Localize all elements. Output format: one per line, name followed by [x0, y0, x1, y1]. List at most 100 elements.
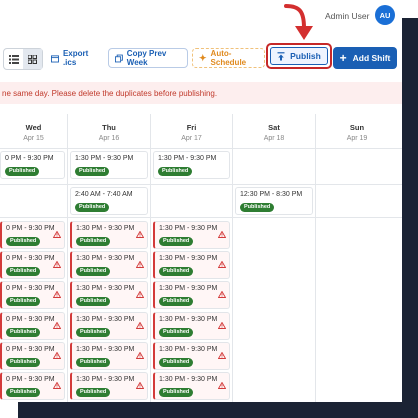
day-date: Apr 19 — [346, 135, 368, 142]
shift-card[interactable]: 1:30 PM - 9:30 PM Published — [70, 151, 148, 179]
frame-shadow-bottom — [18, 402, 418, 418]
shift-card-conflict[interactable]: 1:30 PM - 9:30 PM Published — [70, 251, 148, 279]
shift-time: 0 PM - 9:30 PM — [6, 285, 55, 292]
status-badge: Published — [158, 167, 193, 176]
status-badge: Published — [76, 388, 111, 397]
status-badge: Published — [76, 358, 111, 367]
copy-icon — [115, 54, 123, 62]
row-divider — [0, 184, 418, 185]
shift-card-conflict[interactable]: 1:30 PM - 9:30 PM Published — [70, 312, 148, 340]
column-divider — [67, 114, 68, 414]
day-header-fri: Fri Apr 17 — [151, 114, 232, 150]
day-header-sat: Sat Apr 18 — [233, 114, 315, 150]
publish-label: Publish — [290, 51, 321, 61]
grid-view-button[interactable] — [23, 49, 42, 69]
copy-prev-label: Copy Prev Week — [126, 49, 167, 67]
warning-icon — [217, 225, 227, 243]
shift-card-conflict[interactable]: 0 PM - 9:30 PM Published — [0, 342, 65, 370]
warning-icon — [52, 285, 62, 303]
auto-schedule-label: Auto-Schedule — [210, 49, 247, 67]
shift-time: 1:30 PM - 9:30 PM — [76, 346, 135, 353]
status-badge: Published — [159, 328, 194, 337]
frame-shadow-right — [402, 18, 418, 418]
schedule-grid: Wed Apr 15 Thu Apr 16 Fri Apr 17 Sat Apr… — [0, 114, 418, 414]
shift-card[interactable]: 2:40 AM - 7:40 AM Published — [70, 187, 148, 215]
warning-icon — [135, 376, 145, 394]
publish-icon — [277, 51, 285, 60]
status-badge: Published — [159, 267, 194, 276]
top-bar: Admin User AU — [0, 0, 418, 40]
status-badge: Published — [6, 297, 41, 306]
publish-button[interactable]: Publish — [270, 47, 328, 65]
shift-time: 1:30 PM - 9:30 PM — [75, 155, 134, 162]
shift-card-conflict[interactable]: 0 PM - 9:30 PM Published — [0, 221, 65, 249]
avatar[interactable]: AU — [375, 5, 395, 25]
shift-time: 1:30 PM - 9:30 PM — [159, 346, 218, 353]
shift-card-conflict[interactable]: 1:30 PM - 9:30 PM Published — [153, 281, 230, 309]
warning-icon — [52, 316, 62, 334]
shift-time: 1:30 PM - 9:30 PM — [159, 255, 218, 262]
sparkle-icon: ✦ — [199, 52, 207, 63]
day-name: Wed — [25, 123, 42, 132]
row-divider — [0, 217, 418, 218]
day-date: Apr 18 — [263, 135, 285, 142]
shift-time: 1:30 PM - 9:30 PM — [76, 255, 135, 262]
shift-time: 1:30 PM - 9:30 PM — [159, 285, 218, 292]
warning-icon — [135, 346, 145, 364]
status-badge: Published — [76, 328, 111, 337]
column-divider — [150, 114, 151, 414]
shift-card[interactable]: 1:30 PM - 9:30 PM Published — [153, 151, 230, 179]
shift-card-conflict[interactable]: 1:30 PM - 9:30 PM Published — [153, 342, 230, 370]
shift-time: 1:30 PM - 9:30 PM — [76, 285, 135, 292]
status-badge: Published — [240, 203, 275, 212]
shift-card-conflict[interactable]: 1:30 PM - 9:30 PM Published — [153, 221, 230, 249]
status-badge: Published — [76, 237, 111, 246]
warning-icon — [52, 225, 62, 243]
shift-time: 0 PM - 9:30 PM — [6, 255, 55, 262]
status-badge: Published — [159, 358, 194, 367]
shift-time: 1:30 PM - 9:30 PM — [76, 225, 135, 232]
plus-icon: + — [339, 51, 347, 65]
shift-card-conflict[interactable]: 1:30 PM - 9:30 PM Published — [70, 221, 148, 249]
status-badge: Published — [75, 203, 110, 212]
day-date: Apr 16 — [98, 135, 120, 142]
status-badge: Published — [159, 388, 194, 397]
warning-icon — [52, 376, 62, 394]
shift-card[interactable]: 12:30 PM - 8:30 PM Published — [235, 187, 313, 215]
day-name: Thu — [102, 123, 116, 132]
shift-card-conflict[interactable]: 1:30 PM - 9:30 PM Published — [70, 342, 148, 370]
warning-icon — [135, 255, 145, 273]
shift-card-conflict[interactable]: 0 PM - 9:30 PM Published — [0, 251, 65, 279]
shift-card-conflict[interactable]: 1:30 PM - 9:30 PM Published — [153, 372, 230, 400]
warning-icon — [217, 285, 227, 303]
shift-time: 1:30 PM - 9:30 PM — [159, 225, 218, 232]
shift-time: 1:30 PM - 9:30 PM — [76, 316, 135, 323]
shift-card-conflict[interactable]: 1:30 PM - 9:30 PM Published — [153, 312, 230, 340]
list-view-button[interactable] — [4, 49, 23, 69]
shift-card-conflict[interactable]: 1:30 PM - 9:30 PM Published — [70, 372, 148, 400]
shift-card-conflict[interactable]: 0 PM - 9:30 PM Published — [0, 312, 65, 340]
warning-icon — [52, 255, 62, 273]
publish-highlight: Publish — [266, 43, 332, 69]
warning-text: ne same day. Please delete the duplicate… — [2, 88, 218, 98]
shift-card-conflict[interactable]: 0 PM - 9:30 PM Published — [0, 372, 65, 400]
status-badge: Published — [159, 237, 194, 246]
day-header-sun: Sun Apr 19 — [316, 114, 398, 150]
shift-card-conflict[interactable]: 1:30 PM - 9:30 PM Published — [153, 251, 230, 279]
day-name: Fri — [186, 123, 197, 132]
user-name: Admin User — [325, 11, 370, 21]
export-ics-button[interactable]: Export .ics — [45, 48, 105, 68]
shift-time: 0 PM - 9:30 PM — [6, 376, 55, 383]
shift-card-conflict[interactable]: 1:30 PM - 9:30 PM Published — [70, 281, 148, 309]
warning-icon — [52, 346, 62, 364]
auto-schedule-button[interactable]: ✦ Auto-Schedule — [192, 48, 265, 68]
shift-time: 0 PM - 9:30 PM — [6, 346, 55, 353]
shift-card-conflict[interactable]: 0 PM - 9:30 PM Published — [0, 281, 65, 309]
copy-prev-week-button[interactable]: Copy Prev Week — [108, 48, 188, 68]
add-shift-button[interactable]: + Add Shift — [333, 47, 397, 69]
shift-card[interactable]: 0 PM - 9:30 PM Published — [0, 151, 65, 179]
status-badge: Published — [6, 267, 41, 276]
warning-icon — [135, 316, 145, 334]
column-divider — [232, 114, 233, 414]
row-divider — [0, 148, 418, 149]
